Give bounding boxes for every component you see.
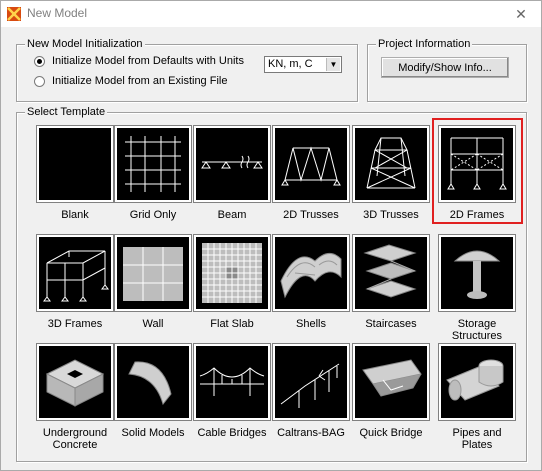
close-button[interactable]: ✕ <box>501 1 541 27</box>
template-label: Underground Concrete <box>42 427 108 451</box>
3d-frames-icon <box>36 234 114 312</box>
template-2d-trusses[interactable]: 2D Trusses <box>272 125 350 221</box>
template-blank[interactable]: Blank <box>36 125 114 221</box>
new-model-dialog: New Model ✕ New Model Initialization Ini… <box>0 0 542 471</box>
template-label: Flat Slab <box>210 318 254 330</box>
radio-existing-file-row[interactable]: Initialize Model from an Existing File <box>34 75 227 87</box>
template-label: Quick Bridge <box>359 427 423 439</box>
select-template-legend: Select Template <box>25 105 108 119</box>
template-caltrans-bag[interactable]: Caltrans-BAG <box>272 343 350 439</box>
template-cable-bridges[interactable]: Cable Bridges <box>193 343 271 439</box>
staircases-icon <box>352 234 430 312</box>
storage-structures-icon <box>438 234 516 312</box>
template-flat-slab[interactable]: Flat Slab <box>193 234 271 330</box>
template-label: Wall <box>142 318 164 330</box>
close-icon: ✕ <box>515 5 527 22</box>
2d-trusses-icon <box>272 125 350 203</box>
template-label: Solid Models <box>121 427 185 439</box>
template-label: 3D Trusses <box>363 209 419 221</box>
modify-show-info-label: Modify/Show Info... <box>398 61 492 74</box>
caltrans-bag-icon <box>272 343 350 421</box>
template-label: Storage Structures <box>451 318 503 342</box>
template-staircases[interactable]: Staircases <box>352 234 430 330</box>
underground-concrete-icon <box>36 343 114 421</box>
radio-existing-file-label: Initialize Model from an Existing File <box>52 75 228 87</box>
flat-slab-icon <box>193 234 271 312</box>
template-storage-structures[interactable]: Storage Structures <box>438 234 516 342</box>
template-label: Blank <box>61 209 89 221</box>
template-label: Pipes and Plates <box>452 427 502 451</box>
radio-existing-file[interactable] <box>34 75 45 87</box>
beam-icon <box>193 125 271 203</box>
wall-icon <box>114 234 192 312</box>
template-3d-trusses[interactable]: 3D Trusses <box>352 125 430 221</box>
3d-trusses-icon <box>352 125 430 203</box>
radio-defaults-label: Initialize Model from Defaults with Unit… <box>52 55 244 67</box>
selected-template-highlight <box>432 118 523 224</box>
sap-app-icon <box>7 7 21 21</box>
template-label: Staircases <box>365 318 417 330</box>
template-grid-only[interactable]: Grid Only <box>114 125 192 221</box>
template-quick-bridge[interactable]: Quick Bridge <box>352 343 430 439</box>
window-title: New Model <box>27 6 88 20</box>
solid-models-icon <box>114 343 192 421</box>
pipes-and-plates-icon <box>438 343 516 421</box>
template-label: 2D Trusses <box>283 209 339 221</box>
template-label: Grid Only <box>129 209 177 221</box>
template-label: 3D Frames <box>47 318 103 330</box>
cable-bridges-icon <box>193 343 271 421</box>
radio-defaults[interactable] <box>34 55 45 67</box>
template-shells[interactable]: Shells <box>272 234 350 330</box>
template-label: Shells <box>296 318 326 330</box>
units-value: KN, m, C <box>268 58 313 70</box>
template-label: Beam <box>217 209 247 221</box>
units-dropdown[interactable]: KN, m, C ▼ <box>264 56 342 73</box>
project-information-legend: Project Information <box>376 37 473 51</box>
template-wall[interactable]: Wall <box>114 234 192 330</box>
modify-show-info-button[interactable]: Modify/Show Info... <box>381 57 509 78</box>
template-label: Cable Bridges <box>197 427 267 439</box>
grid-only-icon <box>114 125 192 203</box>
title-bar: New Model ✕ <box>1 1 541 27</box>
template-underground-concrete[interactable]: Underground Concrete <box>36 343 114 451</box>
template-solid-models[interactable]: Solid Models <box>114 343 192 439</box>
chevron-down-icon[interactable]: ▼ <box>326 58 340 71</box>
template-beam[interactable]: Beam <box>193 125 271 221</box>
new-model-initialization-legend: New Model Initialization <box>25 37 145 51</box>
template-3d-frames[interactable]: 3D Frames <box>36 234 114 330</box>
shells-icon <box>272 234 350 312</box>
radio-defaults-row[interactable]: Initialize Model from Defaults with Unit… <box>34 55 244 67</box>
blank-icon <box>36 125 114 203</box>
quick-bridge-icon <box>352 343 430 421</box>
template-pipes-and-plates[interactable]: Pipes and Plates <box>438 343 516 451</box>
new-model-initialization-group: New Model Initialization <box>16 37 358 102</box>
template-label: Caltrans-BAG <box>277 427 345 439</box>
